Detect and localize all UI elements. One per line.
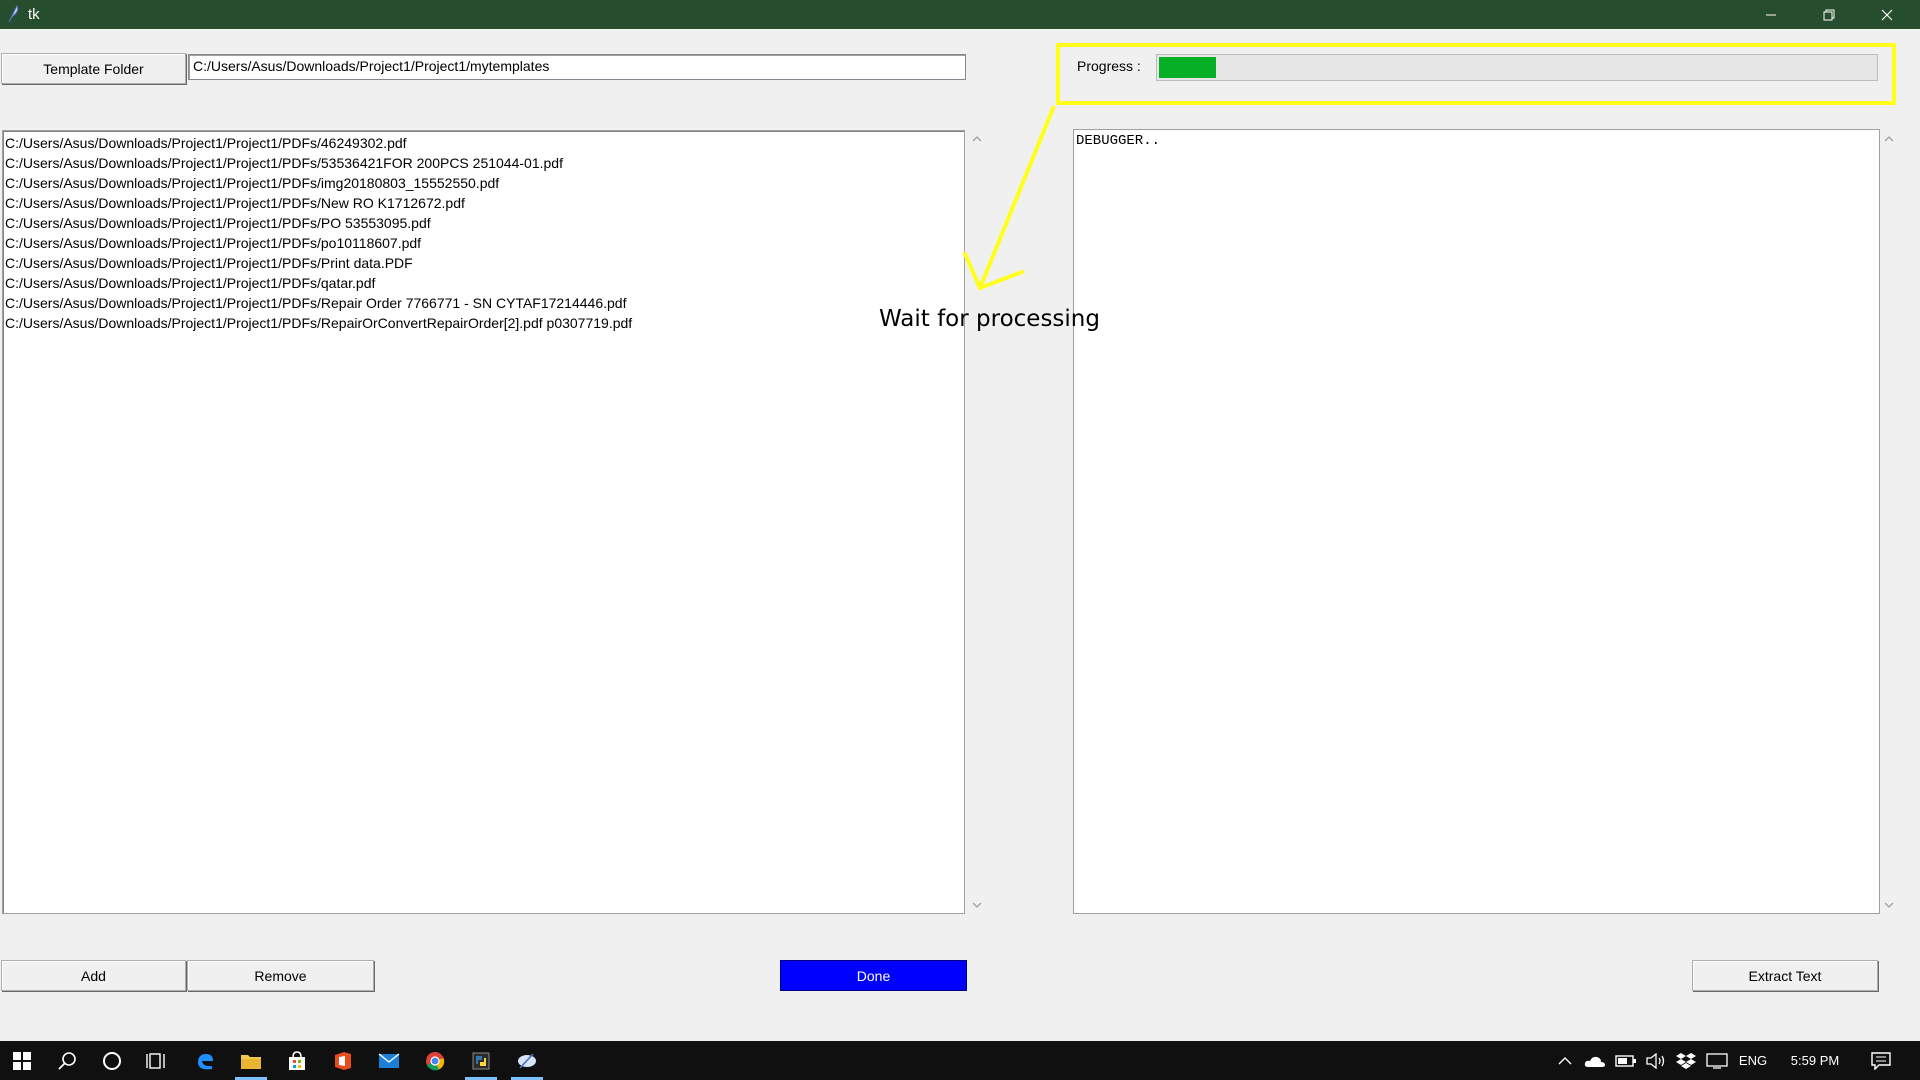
debugger-textbox[interactable]: DEBUGGER.. xyxy=(1073,129,1880,914)
annotation-text: Wait for processing xyxy=(879,306,1100,332)
title-bar: tk xyxy=(0,0,1920,29)
action-center-button[interactable] xyxy=(1862,1041,1900,1080)
scroll-up-arrow[interactable] xyxy=(968,130,986,148)
chevron-up-icon xyxy=(1558,1056,1572,1064)
progress-highlight-box xyxy=(1056,43,1896,105)
volume-icon xyxy=(1646,1052,1665,1069)
chevron-down-icon xyxy=(1884,902,1894,908)
file-list-item[interactable]: C:/Users/Asus/Downloads/Project1/Project… xyxy=(5,233,962,253)
close-icon xyxy=(1881,9,1893,20)
minimize-icon xyxy=(1766,14,1776,15)
battery-icon xyxy=(1615,1054,1636,1067)
chevron-down-icon xyxy=(972,902,982,908)
template-path-field[interactable]: C:/Users/Asus/Downloads/Project1/Project… xyxy=(188,54,966,80)
mail-icon xyxy=(378,1052,400,1068)
file-list-item[interactable]: C:/Users/Asus/Downloads/Project1/Project… xyxy=(5,153,962,173)
python-icon xyxy=(472,1052,490,1069)
debugger-scrollbar[interactable] xyxy=(1880,130,1898,914)
add-button[interactable]: Add xyxy=(1,960,186,991)
clock[interactable]: 5:59 PM xyxy=(1778,1041,1852,1080)
file-list-item[interactable]: C:/Users/Asus/Downloads/Project1/Project… xyxy=(5,313,962,333)
window-title: tk xyxy=(28,6,40,23)
close-button[interactable] xyxy=(1858,0,1916,29)
chevron-up-icon xyxy=(972,136,982,142)
dropbox-tray[interactable] xyxy=(1673,1041,1699,1080)
file-list-item[interactable]: C:/Users/Asus/Downloads/Project1/Project… xyxy=(5,173,962,193)
battery-tray[interactable] xyxy=(1613,1041,1639,1080)
scroll-down-arrow[interactable] xyxy=(1880,896,1898,914)
feather-app-button[interactable] xyxy=(505,1041,549,1080)
minimize-button[interactable] xyxy=(1742,0,1800,29)
dropbox-icon xyxy=(1676,1052,1696,1069)
restore-icon xyxy=(1823,9,1835,20)
task-view-icon xyxy=(146,1052,165,1069)
scroll-up-arrow[interactable] xyxy=(1880,130,1898,148)
python-button[interactable] xyxy=(459,1041,503,1080)
notification-icon xyxy=(1871,1051,1891,1070)
store-button[interactable] xyxy=(275,1041,319,1080)
task-view-button[interactable] xyxy=(135,1041,179,1080)
file-list-item[interactable]: C:/Users/Asus/Downloads/Project1/Project… xyxy=(5,133,962,153)
taskbar: ENG 5:59 PM xyxy=(0,1041,1920,1080)
scroll-down-arrow[interactable] xyxy=(968,896,986,914)
office-button[interactable] xyxy=(321,1041,365,1080)
start-button[interactable] xyxy=(0,1041,44,1080)
cortana-icon xyxy=(103,1051,121,1070)
show-hidden-icons-button[interactable] xyxy=(1553,1041,1577,1080)
network-icon xyxy=(1706,1052,1728,1069)
chrome-button[interactable] xyxy=(413,1041,457,1080)
file-list-item[interactable]: C:/Users/Asus/Downloads/Project1/Project… xyxy=(5,193,962,213)
extract-text-button[interactable]: Extract Text xyxy=(1692,960,1878,991)
feather-app-icon xyxy=(8,5,19,23)
pdf-file-listbox[interactable]: C:/Users/Asus/Downloads/Project1/Project… xyxy=(2,130,965,914)
restore-button[interactable] xyxy=(1800,0,1858,29)
file-list-item[interactable]: C:/Users/Asus/Downloads/Project1/Project… xyxy=(5,273,962,293)
remove-button[interactable]: Remove xyxy=(187,960,374,991)
language-indicator[interactable]: ENG xyxy=(1735,1041,1771,1080)
file-explorer-icon xyxy=(241,1054,261,1069)
feather-icon xyxy=(518,1052,536,1069)
chrome-icon xyxy=(426,1051,445,1070)
chevron-up-icon xyxy=(1884,136,1894,142)
network-tray[interactable] xyxy=(1703,1041,1731,1080)
file-list-item[interactable]: C:/Users/Asus/Downloads/Project1/Project… xyxy=(5,293,962,313)
template-folder-button[interactable]: Template Folder xyxy=(1,53,186,84)
search-button[interactable] xyxy=(45,1041,89,1080)
cortana-button[interactable] xyxy=(90,1041,134,1080)
debugger-text: DEBUGGER.. xyxy=(1076,133,1161,149)
edge-icon xyxy=(198,1053,213,1069)
onedrive-tray[interactable] xyxy=(1581,1041,1609,1080)
file-explorer-button[interactable] xyxy=(229,1041,273,1080)
edge-button[interactable] xyxy=(183,1041,227,1080)
done-button[interactable]: Done xyxy=(780,960,967,991)
mail-button[interactable] xyxy=(367,1041,411,1080)
windows-start-icon xyxy=(13,1051,31,1070)
onedrive-icon xyxy=(1584,1056,1605,1067)
file-list-item[interactable]: C:/Users/Asus/Downloads/Project1/Project… xyxy=(5,213,962,233)
volume-tray[interactable] xyxy=(1643,1041,1669,1080)
office-icon xyxy=(335,1051,351,1070)
search-icon xyxy=(58,1051,76,1070)
file-list-item[interactable]: C:/Users/Asus/Downloads/Project1/Project… xyxy=(5,253,962,273)
store-icon xyxy=(289,1050,305,1070)
file-list-scrollbar[interactable] xyxy=(968,130,986,914)
